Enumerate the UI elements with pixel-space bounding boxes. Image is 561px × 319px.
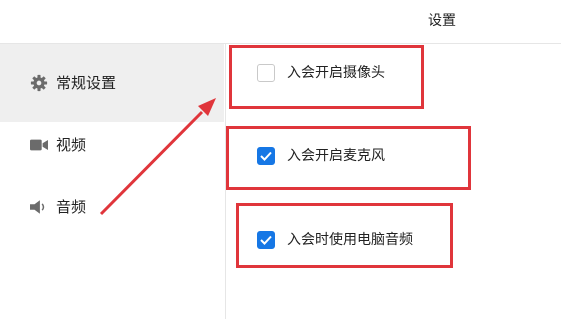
annotation-arrow	[99, 98, 216, 216]
